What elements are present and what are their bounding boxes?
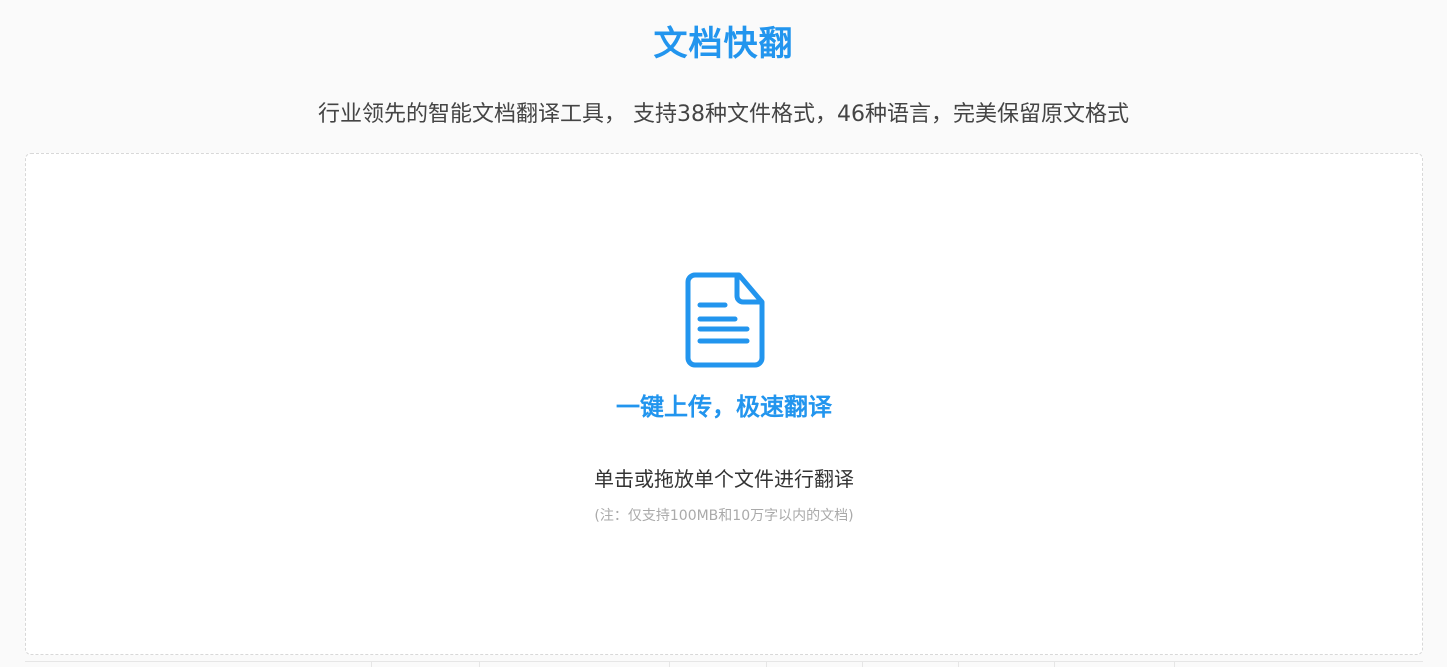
upload-hint: 单击或拖放单个文件进行翻译 xyxy=(594,467,854,491)
upload-heading: 一键上传，极速翻译 xyxy=(616,393,832,421)
page-title: 文档快翻 xyxy=(653,24,794,64)
page-subtitle: 行业领先的智能文档翻译工具， 支持38种文件格式，46种语言，完美保留原文格式 xyxy=(318,102,1129,127)
document-icon xyxy=(685,272,765,368)
bottom-divider-strip xyxy=(25,661,1423,667)
upload-note: (注：仅支持100MB和10万字以内的文档) xyxy=(594,508,854,524)
page: 文档快翻 行业领先的智能文档翻译工具， 支持38种文件格式，46种语言，完美保留… xyxy=(0,0,1447,667)
file-upload-dropzone[interactable]: 一键上传，极速翻译 单击或拖放单个文件进行翻译 (注：仅支持100MB和10万字… xyxy=(25,153,1423,655)
